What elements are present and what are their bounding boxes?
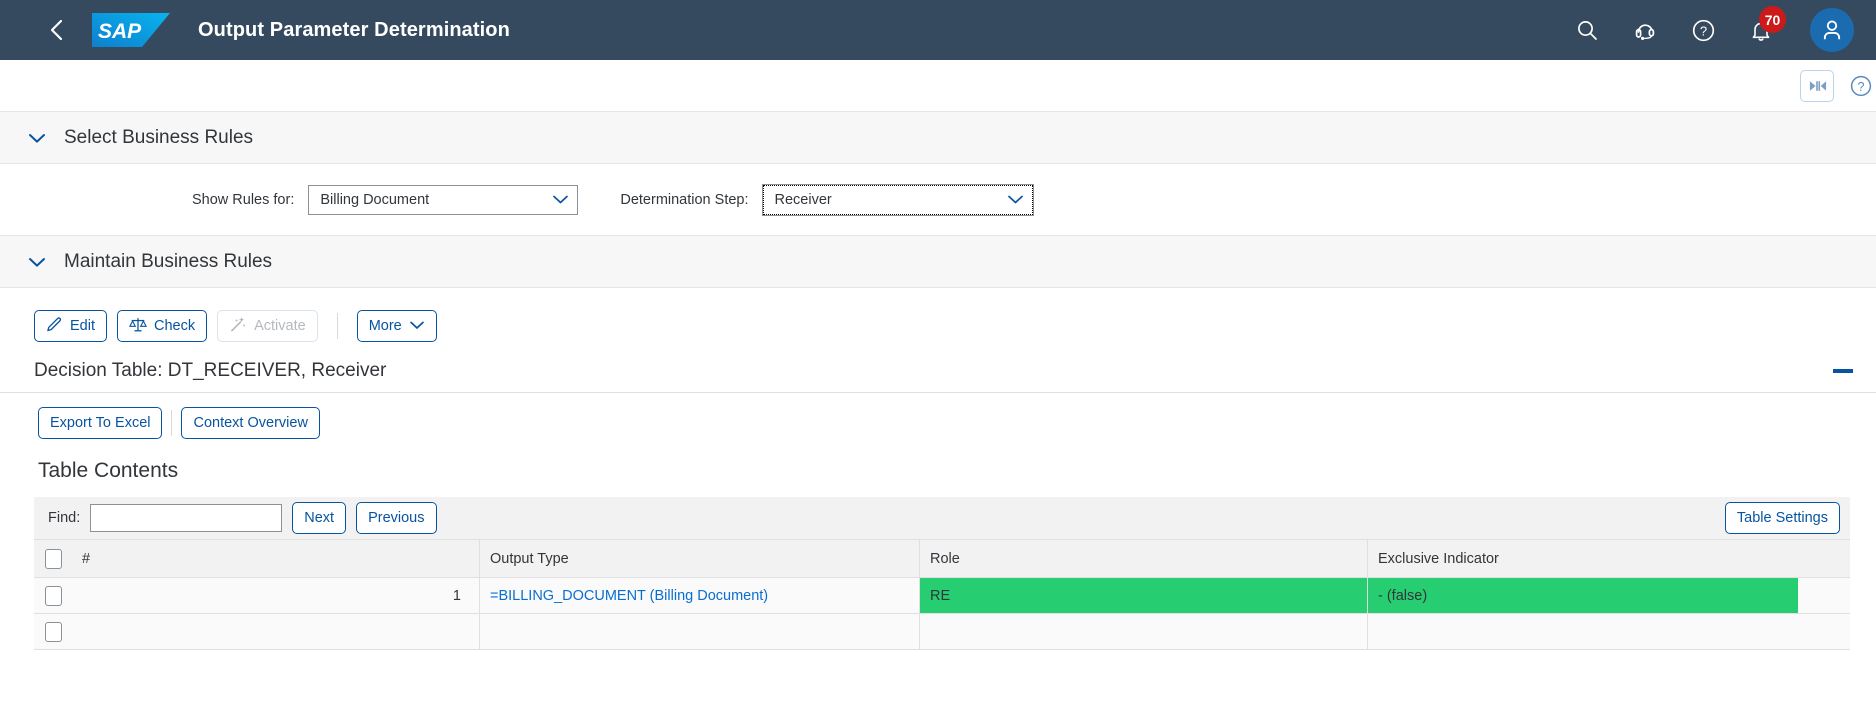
select-all-checkbox[interactable] [45, 549, 62, 569]
find-input[interactable] [90, 504, 282, 532]
select-business-rules-header[interactable]: Select Business Rules [0, 112, 1876, 164]
select-all-checkbox-cell[interactable] [34, 540, 72, 577]
search-icon[interactable] [1572, 15, 1602, 45]
find-previous-button[interactable]: Previous [356, 502, 436, 534]
chevron-down-icon [28, 256, 46, 268]
table-settings-button[interactable]: Table Settings [1725, 502, 1840, 534]
sub-toolbar: ? [0, 60, 1876, 112]
pencil-icon [46, 316, 63, 337]
decision-table: # Output Type Role Exclusive Indicator 1… [34, 539, 1850, 650]
back-navigation-button[interactable] [44, 17, 70, 43]
cell-exclusive-indicator[interactable]: - (false) [1368, 578, 1798, 613]
shell-actions: ? 70 [1572, 8, 1854, 52]
svg-text:SAP: SAP [98, 20, 142, 43]
action-toolbar: Edit Check [0, 288, 1876, 342]
show-rules-for-label: Show Rules for: [192, 192, 294, 208]
svg-text:?: ? [1699, 23, 1706, 38]
shell-bar: SAP Output Parameter Determination ? [0, 0, 1876, 60]
maintain-business-rules-title: Maintain Business Rules [64, 251, 272, 273]
maintain-business-rules-body: Edit Check [0, 288, 1876, 650]
find-label: Find: [48, 510, 80, 526]
collapse-all-icon[interactable] [1800, 70, 1834, 102]
row-checkbox[interactable] [45, 586, 62, 606]
determination-step-value: Receiver [775, 192, 1007, 208]
find-next-label: Next [304, 510, 334, 526]
show-rules-for-select[interactable]: Billing Document [308, 185, 578, 215]
minus-icon[interactable] [1832, 365, 1854, 377]
page-title: Output Parameter Determination [198, 19, 510, 42]
table-row[interactable] [34, 614, 1850, 650]
context-overview-button[interactable]: Context Overview [181, 407, 319, 439]
select-business-rules-title: Select Business Rules [64, 127, 253, 149]
bell-icon[interactable]: 70 [1746, 15, 1776, 45]
chevron-down-icon [1007, 194, 1024, 205]
cell-exclusive-indicator[interactable] [1368, 614, 1798, 649]
chevron-down-icon [552, 194, 569, 205]
check-button[interactable]: Check [117, 310, 207, 342]
column-header-output-type[interactable]: Output Type [480, 540, 920, 577]
svg-text:?: ? [1858, 79, 1865, 93]
table-header-row: # Output Type Role Exclusive Indicator [34, 540, 1850, 578]
cell-role[interactable] [920, 614, 1368, 649]
toolbar-separator [337, 313, 338, 339]
notification-badge: 70 [1759, 6, 1786, 33]
determination-step-label: Determination Step: [620, 192, 748, 208]
more-button-label: More [369, 318, 402, 334]
row-checkbox-cell[interactable] [34, 578, 72, 613]
decision-table-title: Decision Table: DT_RECEIVER, Receiver [34, 360, 386, 382]
sap-logo[interactable]: SAP [92, 13, 170, 47]
activate-button-label: Activate [254, 318, 306, 334]
edit-button[interactable]: Edit [34, 310, 107, 342]
export-toolbar: Export To Excel Context Overview [0, 393, 1876, 439]
help-circle-icon[interactable]: ? [1848, 73, 1874, 99]
table-settings-wrap: Table Settings [1725, 502, 1840, 534]
check-button-label: Check [154, 318, 195, 334]
find-next-button[interactable]: Next [292, 502, 346, 534]
maintain-business-rules-header[interactable]: Maintain Business Rules [0, 236, 1876, 288]
find-toolbar: Find: Next Previous Table Settings [34, 497, 1850, 539]
magic-wand-icon [229, 316, 247, 337]
chevron-down-icon [28, 132, 46, 144]
help-icon[interactable]: ? [1688, 15, 1718, 45]
user-avatar[interactable] [1810, 8, 1854, 52]
activate-button[interactable]: Activate [217, 310, 318, 342]
cell-output-type[interactable]: =BILLING_DOCUMENT (Billing Document) [480, 578, 920, 613]
export-separator [171, 410, 172, 436]
table-row[interactable]: 1 =BILLING_DOCUMENT (Billing Document) R… [34, 578, 1850, 614]
cell-number: 1 [72, 578, 480, 613]
column-header-number[interactable]: # [72, 540, 480, 577]
show-rules-for-value: Billing Document [320, 192, 552, 208]
headset-icon[interactable] [1630, 15, 1660, 45]
table-contents-title: Table Contents [0, 439, 1876, 483]
cell-number [72, 614, 480, 649]
row-checkbox[interactable] [45, 622, 62, 642]
row-checkbox-cell[interactable] [34, 614, 72, 649]
chevron-down-icon [409, 318, 425, 334]
scales-icon [129, 316, 147, 337]
cell-output-type[interactable] [480, 614, 920, 649]
find-previous-label: Previous [368, 510, 424, 526]
export-to-excel-button[interactable]: Export To Excel [38, 407, 162, 439]
export-to-excel-label: Export To Excel [50, 415, 150, 431]
table-settings-label: Table Settings [1737, 510, 1828, 526]
column-header-role[interactable]: Role [920, 540, 1368, 577]
context-overview-label: Context Overview [193, 415, 307, 431]
cell-role[interactable]: RE [920, 578, 1368, 613]
determination-step-select[interactable]: Receiver [763, 185, 1033, 215]
more-button[interactable]: More [357, 310, 437, 342]
edit-button-label: Edit [70, 318, 95, 334]
decision-table-header: Decision Table: DT_RECEIVER, Receiver [0, 342, 1876, 393]
column-header-exclusive-indicator[interactable]: Exclusive Indicator [1368, 540, 1798, 577]
select-business-rules-body: Show Rules for: Billing Document Determi… [0, 164, 1876, 236]
